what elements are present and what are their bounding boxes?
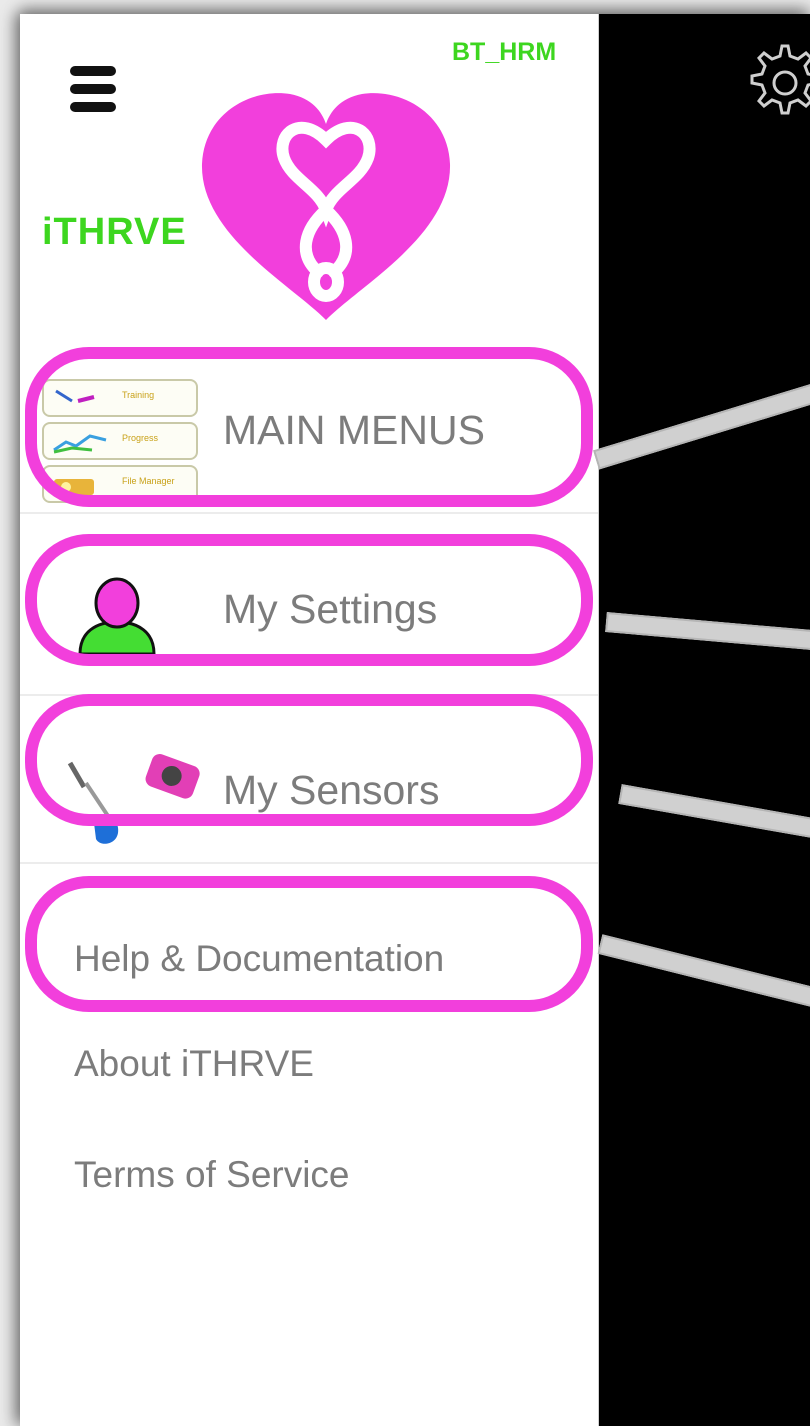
menu-item-about[interactable]: About iTHRVE [74, 1043, 314, 1085]
user-profile-icon [78, 577, 156, 656]
heart-logo-icon [201, 93, 451, 320]
gear-icon[interactable] [737, 38, 810, 128]
menu-item-label: MAIN MENUS [223, 407, 485, 453]
navigation-drawer: BT_HRM iTHRVE Training Progress File Man… [20, 14, 599, 1426]
menu-item-main-menus[interactable]: Training Progress File Manager MAIN MENU… [20, 359, 598, 503]
app-name-text: iTHRVE [42, 211, 187, 253]
divider [20, 862, 598, 864]
menu-item-help[interactable]: Help & Documentation [74, 938, 444, 980]
connection-status-label: BT_HRM [452, 38, 557, 66]
menu-item-my-settings[interactable]: My Settings [20, 554, 598, 679]
sensors-icon [67, 754, 200, 844]
menu-item-terms[interactable]: Terms of Service [74, 1154, 350, 1196]
app-frame: BT_HRM iTHRVE Training Progress File Man… [20, 14, 810, 1426]
menu-item-my-sensors[interactable]: My Sensors [20, 709, 598, 849]
menu-item-label: My Settings [223, 586, 438, 632]
main-menus-thumbnail-icon: Training Progress File Manager [42, 379, 200, 505]
divider [20, 512, 598, 514]
divider [20, 694, 598, 696]
main-content-area[interactable] [598, 14, 810, 1426]
hamburger-icon[interactable] [70, 66, 122, 124]
menu-item-label: My Sensors [223, 767, 440, 813]
